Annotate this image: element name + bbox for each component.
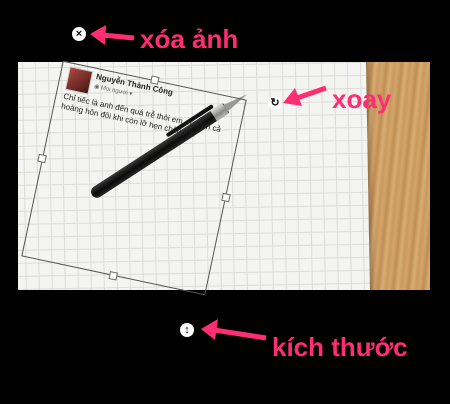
annotation-rotate: xoay [332, 84, 392, 114]
annotation-delete: xóa ảnh [140, 24, 239, 54]
arrow-resize-head [201, 319, 218, 340]
editor-canvas: Nguyễn Thành Công ◉ Mọi người ▾ Chỉ tiếc… [0, 0, 450, 404]
annotation-resize: kích thước [272, 332, 408, 362]
arrow-resize-shaft [213, 327, 267, 341]
arrow-delete-shaft [101, 32, 135, 41]
arrow-delete-head [90, 25, 106, 45]
arrow-rotate-shaft [296, 85, 327, 101]
